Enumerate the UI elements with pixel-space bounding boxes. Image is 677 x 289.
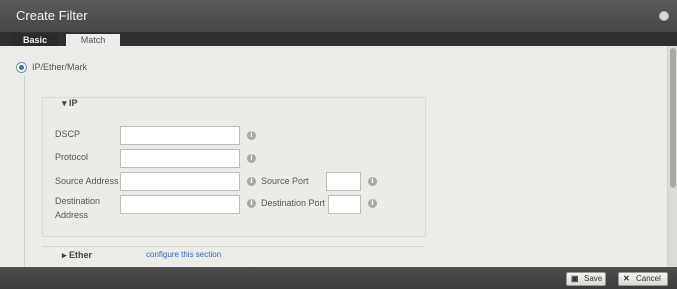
destination-port-input[interactable] <box>328 195 361 214</box>
save-icon: ▣ <box>571 274 579 283</box>
filter-type-label: IP/Ether/Mark <box>32 62 88 72</box>
source-address-label: Source Address <box>55 176 119 186</box>
ether-section-toggle[interactable]: ▸ Ether <box>62 250 92 261</box>
dialog-titlebar: Create Filter <box>0 0 677 32</box>
tab-match[interactable]: Match <box>66 34 120 46</box>
cancel-label: Cancel <box>636 274 661 283</box>
tab-basic[interactable]: Basic <box>12 34 58 46</box>
dscp-label: DSCP <box>55 129 81 139</box>
destination-port-label: Destination Port <box>261 198 326 208</box>
protocol-info-icon[interactable]: i <box>247 154 256 163</box>
section-divider <box>42 246 424 247</box>
source-port-label: Source Port <box>261 176 309 186</box>
close-x-icon: ✕ <box>623 274 630 283</box>
close-icon[interactable] <box>659 11 669 21</box>
save-label: Save <box>584 274 603 283</box>
destination-address-label-line2: Address <box>55 210 89 220</box>
cancel-button[interactable]: ✕ Cancel <box>618 272 668 286</box>
scrollbar-thumb[interactable] <box>670 48 676 188</box>
destination-address-label-line1: Destination <box>55 196 101 206</box>
dialog-title: Create Filter <box>16 8 88 23</box>
radio-button-selected[interactable] <box>16 62 27 73</box>
destination-address-info-icon[interactable]: i <box>247 199 256 208</box>
configure-section-link[interactable]: configure this section <box>146 250 221 259</box>
source-address-info-icon[interactable]: i <box>247 177 256 186</box>
destination-address-input[interactable] <box>120 195 240 214</box>
tree-connector-line <box>24 76 25 267</box>
dscp-input[interactable] <box>120 126 240 145</box>
save-button[interactable]: ▣ Save <box>566 272 606 286</box>
dscp-info-icon[interactable]: i <box>247 131 256 140</box>
tab-bar: Basic Match <box>0 32 677 46</box>
source-port-info-icon[interactable]: i <box>368 177 377 186</box>
source-port-input[interactable] <box>326 172 361 191</box>
ip-section-toggle[interactable]: ▾ IP <box>62 98 78 109</box>
destination-port-info-icon[interactable]: i <box>368 199 377 208</box>
create-filter-dialog: Create Filter Basic Match IP/Ether/Mark … <box>0 0 677 289</box>
protocol-input[interactable] <box>120 149 240 168</box>
source-address-input[interactable] <box>120 172 240 191</box>
protocol-label: Protocol <box>55 152 89 162</box>
